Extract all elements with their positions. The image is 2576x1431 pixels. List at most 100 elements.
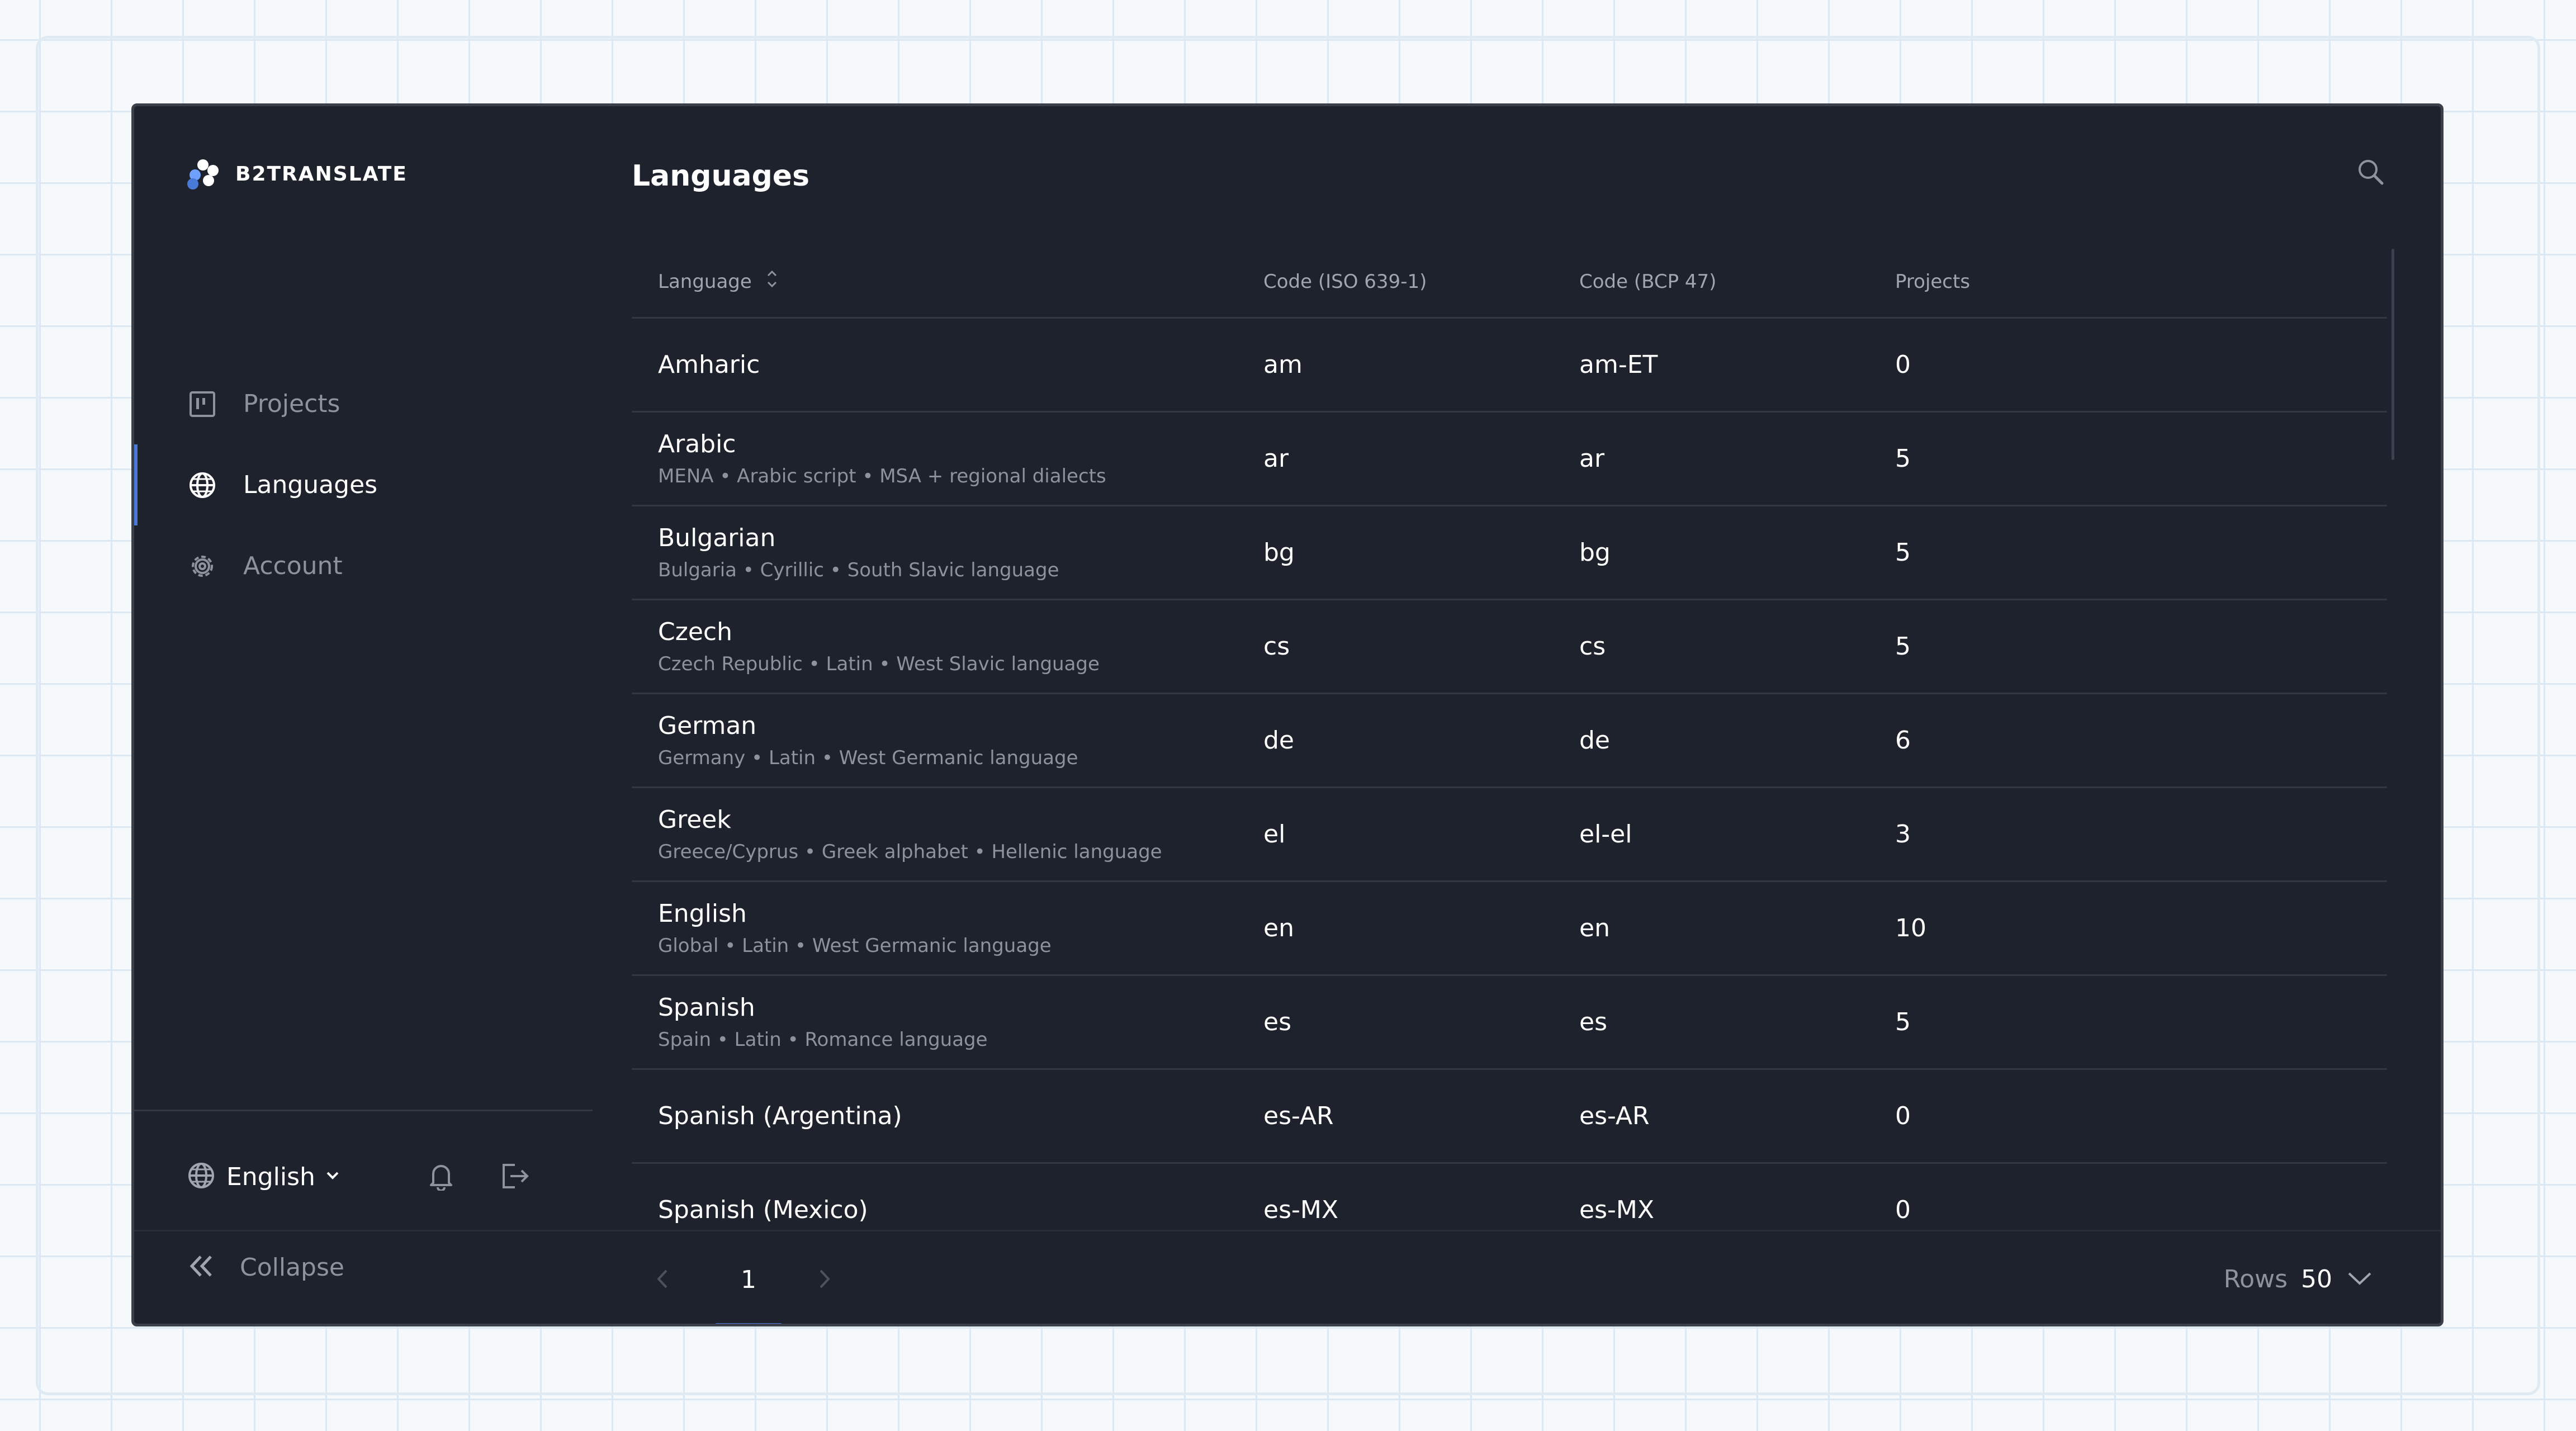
iso-code: ar <box>1263 444 1289 473</box>
column-header-projects: Projects <box>1895 270 1971 293</box>
language-name: Bulgarian <box>658 524 776 552</box>
iso-code: es-MX <box>1263 1196 1338 1224</box>
brand-name: B2TRANSLATE <box>235 162 408 186</box>
projects-count: 0 <box>1895 350 1911 379</box>
bcp-code: es-MX <box>1579 1196 1654 1224</box>
globe-icon <box>187 1162 215 1192</box>
table-row[interactable]: Spanish Spain • Latin • Romance language… <box>632 976 2387 1070</box>
sidebar-footer: English <box>187 1152 545 1202</box>
table-row[interactable]: Spanish (Argentina) es-AR es-AR 0 <box>632 1070 2387 1164</box>
projects-count: 0 <box>1895 1102 1911 1130</box>
language-name: German <box>658 712 757 740</box>
language-meta: Greece/Cyprus • Greek alphabet • Helleni… <box>658 841 1162 863</box>
bcp-code: am-ET <box>1579 350 1658 379</box>
language-meta: Germany • Latin • West Germanic language <box>658 747 1078 769</box>
projects-board-icon <box>187 389 217 419</box>
language-meta: Spain • Latin • Romance language <box>658 1029 988 1051</box>
iso-code: es <box>1263 1008 1291 1036</box>
bcp-code: bg <box>1579 538 1611 567</box>
language-name: Spanish <box>658 993 755 1022</box>
sidebar-item-label: Languages <box>243 471 378 499</box>
languages-table: Language Code (ISO 639-1) Code (BCP 47) … <box>632 246 2387 1231</box>
projects-count: 5 <box>1895 444 1911 473</box>
language-name: Spanish (Argentina) <box>658 1102 902 1130</box>
table-row[interactable]: English Global • Latin • West Germanic l… <box>632 882 2387 976</box>
table-row[interactable]: Arabic MENA • Arabic script • MSA + regi… <box>632 413 2387 506</box>
logo-icon <box>187 159 219 189</box>
notification-bell-icon[interactable] <box>428 1162 454 1193</box>
bcp-code: cs <box>1579 632 1606 661</box>
next-page-button[interactable] <box>816 1265 833 1295</box>
table-row[interactable]: Czech Czech Republic • Latin • West Slav… <box>632 600 2387 694</box>
sidebar-item-languages[interactable]: Languages <box>134 444 593 525</box>
column-header-bcp: Code (BCP 47) <box>1579 270 1717 293</box>
rows-per-page-select[interactable]: Rows 50 <box>2224 1265 2374 1293</box>
rows-label: Rows <box>2223 1265 2288 1293</box>
language-meta: Bulgaria • Cyrillic • South Slavic langu… <box>658 559 1059 581</box>
sidebar: B2TRANSLATE Projects Languages Account E… <box>134 106 593 1324</box>
table-header: Language Code (ISO 639-1) Code (BCP 47) … <box>632 246 2387 319</box>
chevron-down-icon <box>2346 1270 2374 1289</box>
table-row[interactable]: Amharic am am-ET 0 <box>632 319 2387 413</box>
page-title: Languages <box>632 159 810 193</box>
bcp-code: en <box>1579 914 1610 942</box>
language-meta: Global • Latin • West Germanic language <box>658 935 1052 957</box>
rows-value: 50 <box>2301 1265 2332 1293</box>
language-select[interactable]: English <box>187 1162 341 1192</box>
sidebar-divider <box>134 1110 593 1111</box>
iso-code: en <box>1263 914 1294 942</box>
language-name: Arabic <box>658 430 736 458</box>
projects-count: 5 <box>1895 538 1911 567</box>
column-header-iso: Code (ISO 639-1) <box>1263 270 1427 293</box>
gear-icon <box>187 551 217 581</box>
table-row[interactable]: Bulgarian Bulgaria • Cyrillic • South Sl… <box>632 506 2387 600</box>
sidebar-item-account[interactable]: Account <box>134 525 593 606</box>
iso-code: bg <box>1263 538 1295 567</box>
table-row[interactable]: Spanish (Mexico) es-MX es-MX 0 <box>632 1164 2387 1231</box>
page-number-current[interactable]: 1 <box>714 1231 783 1324</box>
bcp-code: es <box>1579 1008 1607 1036</box>
bcp-code: ar <box>1579 444 1605 473</box>
brand-logo[interactable]: B2TRANSLATE <box>187 159 408 189</box>
app-window: B2TRANSLATE Projects Languages Account E… <box>131 103 2444 1326</box>
language-select-value: English <box>226 1162 315 1191</box>
language-meta: Czech Republic • Latin • West Slavic lan… <box>658 653 1100 675</box>
iso-code: de <box>1263 726 1294 755</box>
language-name: Czech <box>658 618 732 646</box>
projects-count: 5 <box>1895 632 1911 661</box>
projects-count: 0 <box>1895 1196 1911 1224</box>
sort-icon <box>765 268 779 295</box>
iso-code: cs <box>1263 632 1290 661</box>
pagination-bar: 1 Rows 50 <box>134 1230 2441 1324</box>
language-meta: MENA • Arabic script • MSA + regional di… <box>658 465 1106 487</box>
column-header-label: Language <box>658 270 752 293</box>
chevron-down-icon <box>324 1167 341 1186</box>
bcp-code: el-el <box>1579 820 1632 849</box>
iso-code: am <box>1263 350 1303 379</box>
table-row[interactable]: Greek Greece/Cyprus • Greek alphabet • H… <box>632 788 2387 882</box>
iso-code: el <box>1263 820 1286 849</box>
projects-count: 5 <box>1895 1008 1911 1036</box>
column-header-language[interactable]: Language <box>632 268 1263 295</box>
search-icon <box>2356 160 2385 189</box>
language-name: English <box>658 899 747 928</box>
language-name: Spanish (Mexico) <box>658 1196 868 1224</box>
bcp-code: es-AR <box>1579 1102 1650 1130</box>
table-row[interactable]: German Germany • Latin • West Germanic l… <box>632 694 2387 788</box>
logout-icon[interactable] <box>500 1162 531 1193</box>
previous-page-button[interactable] <box>654 1265 671 1295</box>
bcp-code: de <box>1579 726 1610 755</box>
sidebar-item-label: Account <box>243 552 343 580</box>
sidebar-item-label: Projects <box>243 390 340 418</box>
sidebar-nav: Projects Languages Account <box>134 363 593 606</box>
projects-count: 6 <box>1895 726 1911 755</box>
language-name: Greek <box>658 805 731 834</box>
sidebar-item-projects[interactable]: Projects <box>134 363 593 444</box>
table-scrollbar[interactable] <box>2392 249 2394 460</box>
search-button[interactable] <box>2356 158 2385 189</box>
globe-icon <box>187 470 217 500</box>
projects-count: 10 <box>1895 914 1926 942</box>
iso-code: es-AR <box>1263 1102 1334 1130</box>
projects-count: 3 <box>1895 820 1911 849</box>
language-name: Amharic <box>658 350 760 379</box>
